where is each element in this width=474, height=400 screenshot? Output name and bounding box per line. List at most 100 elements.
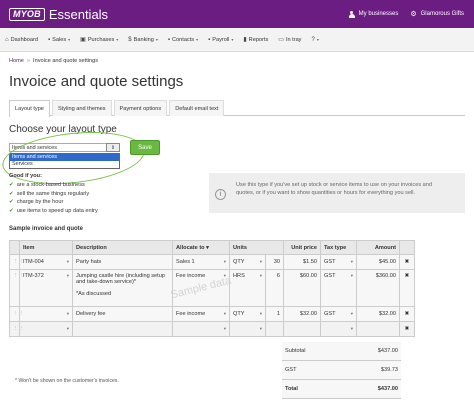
nav-item-sales[interactable]: ▪ Sales ▾: [43, 37, 75, 43]
total-label: Total: [285, 386, 298, 392]
nav-item-label: Contacts: [172, 36, 195, 43]
unit-price-cell[interactable]: [283, 321, 322, 337]
quantity-cell[interactable]: 1: [264, 306, 285, 322]
quantity-cell[interactable]: 30: [264, 254, 285, 270]
allocate-cell[interactable]: Sales 1 ▾: [172, 254, 230, 270]
drag-handle-icon[interactable]: ⋮⋮: [9, 269, 24, 307]
amount-cell: $32.00: [356, 306, 401, 322]
tax-type-cell[interactable]: ▾: [320, 321, 358, 337]
item-cell[interactable]: ▾: [19, 306, 73, 322]
remove-row-icon[interactable]: ✖: [399, 306, 416, 322]
delete-column-header: [399, 240, 416, 255]
nav-item-banking[interactable]: $ Banking ▾: [123, 37, 163, 43]
layout-type-options: Items and services Services: [9, 153, 120, 169]
select-arrow-button[interactable]: ⇕: [106, 143, 120, 152]
description-text: Jumping castle hire (including setup and…: [76, 273, 165, 285]
allocate-cell[interactable]: Fee income ▾: [172, 269, 230, 307]
layout-type-select[interactable]: Items and services: [9, 143, 107, 152]
drag-handle-icon[interactable]: ⋮⋮: [9, 321, 24, 337]
item-code: ITM-004: [23, 259, 44, 265]
tab-payment-options[interactable]: Payment options: [113, 100, 168, 116]
table-row: ⋮⋮ ▾ Delivery fee Fee income ▾ QTY ▾ 1 $32…: [9, 306, 416, 322]
list-item: ✔ are a stock-based business: [9, 181, 98, 190]
units-value: QTY: [233, 311, 245, 317]
info-text: Use this type if you've set up stock or …: [236, 182, 433, 196]
check-icon: ✔: [9, 182, 14, 189]
good-for-title: Good if you:: [9, 173, 42, 179]
myob-logo[interactable]: MYOB: [9, 7, 45, 21]
save-button[interactable]: Save: [130, 140, 160, 155]
column-header-tax-type: Tax type: [320, 240, 358, 255]
allocate-to-label: Allocate to: [176, 244, 205, 251]
logo-text: MYOB: [13, 9, 41, 19]
units-cell[interactable]: ▾: [229, 321, 266, 337]
drag-handle-icon[interactable]: ⋮⋮: [9, 254, 24, 270]
chevron-down-icon: ▾: [116, 37, 119, 42]
my-businesses-label: My businesses: [358, 11, 399, 17]
breadcrumb-home-link[interactable]: Home: [9, 58, 24, 64]
layout-type-heading: Choose your layout type: [9, 124, 117, 135]
nav-item-reports[interactable]: ▮ Reports: [238, 36, 273, 44]
business-settings-link[interactable]: ⚙ Glamorous Gifts: [410, 11, 464, 18]
subtotal-value: $437.00: [377, 348, 398, 354]
chevron-down-icon: ▾: [316, 37, 319, 42]
list-item-text: use items to speed up data entry: [16, 207, 98, 214]
chevron-down-icon: ▾: [66, 326, 69, 331]
description-cell[interactable]: Party hats: [72, 254, 173, 270]
check-icon: ✔: [9, 190, 14, 197]
subtotal-label: Subtotal: [285, 348, 306, 354]
unit-price-cell[interactable]: $32.00: [283, 306, 322, 322]
chevron-down-icon: ▾: [66, 273, 69, 278]
nav-item-in-tray[interactable]: ▭ In tray: [273, 36, 306, 44]
product-name: Essentials: [48, 6, 109, 22]
column-header-units: Units: [228, 240, 285, 255]
nav-item-payroll[interactable]: ▪ Payroll ▾: [203, 37, 238, 43]
remove-row-icon[interactable]: ✖: [399, 321, 416, 337]
tax-type-cell[interactable]: GST ▾: [320, 306, 358, 322]
sort-down-icon: ▾: [206, 244, 209, 251]
list-item: ✔ charge by the hour: [9, 198, 98, 207]
remove-row-icon[interactable]: ✖: [399, 269, 416, 307]
total-row: Total $437.00: [282, 380, 401, 399]
business-name: Glamorous Gifts: [420, 11, 464, 17]
item-cell[interactable]: ▾: [19, 321, 73, 337]
quantity-cell[interactable]: [264, 321, 285, 337]
table-row: ⋮⋮ ITM-372 ▾ Jumping castle hire (includi…: [9, 269, 416, 307]
units-cell[interactable]: QTY ▾: [229, 306, 266, 322]
description-cell[interactable]: [72, 321, 173, 337]
option-services[interactable]: Services: [10, 161, 119, 168]
units-cell[interactable]: HRS ▾: [229, 269, 266, 307]
sales-icon: ▪: [48, 36, 51, 43]
tab-layout-type[interactable]: Layout type: [9, 100, 50, 117]
tax-type-cell[interactable]: GST ▾: [320, 269, 358, 307]
list-item: ✔ use items to speed up data entry: [9, 207, 98, 216]
tab-styling-and-themes[interactable]: Styling and themes: [51, 100, 112, 116]
home-icon: ⌂: [5, 36, 9, 43]
allocate-value: Fee income: [176, 311, 206, 317]
quantity-cell[interactable]: 6: [264, 269, 285, 307]
allocate-cell[interactable]: Fee income ▾: [172, 306, 230, 322]
nav-item-contacts[interactable]: ▪ Contacts ▾: [163, 37, 203, 43]
list-item: ✔ sell the same things regularly: [9, 190, 98, 199]
drag-handle-icon[interactable]: ⋮⋮: [9, 306, 24, 322]
option-items-and-services[interactable]: Items and services: [10, 154, 119, 161]
unit-price-cell[interactable]: $1.50: [283, 254, 322, 270]
nav-item-dashboard[interactable]: ⌂ Dashboard: [0, 37, 43, 43]
my-businesses-link[interactable]: My businesses: [348, 10, 399, 18]
description-cell[interactable]: Delivery fee: [72, 306, 173, 322]
units-cell[interactable]: QTY ▾: [229, 254, 266, 270]
purchases-icon: ▣: [80, 37, 86, 43]
tab-default-email-text[interactable]: Default email text: [169, 100, 225, 116]
unit-price-cell[interactable]: $60.00: [283, 269, 322, 307]
tax-type-cell[interactable]: GST ▾: [320, 254, 358, 270]
description-note: *As discussed: [76, 291, 112, 297]
allocate-cell[interactable]: ▾: [172, 321, 230, 337]
main-nav: ⌂ Dashboard ▪ Sales ▾ ▣ Purchases ▾ $ Banking ▾ ▪ Co…: [0, 28, 474, 52]
description-cell[interactable]: Jumping castle hire (including setup and…: [72, 269, 173, 307]
item-cell[interactable]: ITM-372 ▾: [19, 269, 73, 307]
nav-item-purchases[interactable]: ▣ Purchases ▾: [75, 36, 123, 44]
item-cell[interactable]: ITM-004 ▾: [19, 254, 73, 270]
nav-item-help[interactable]: ? ▾: [306, 37, 323, 43]
remove-row-icon[interactable]: ✖: [399, 254, 416, 270]
subtotal-row: Subtotal $437.00: [282, 342, 401, 361]
